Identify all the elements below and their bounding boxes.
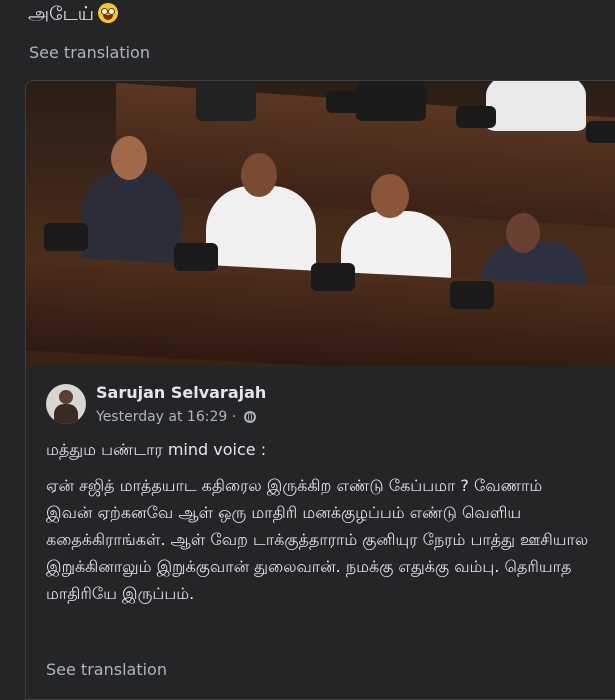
person-head [241, 153, 277, 197]
post-timestamp[interactable]: Yesterday at 16:29 · [96, 409, 236, 425]
shared-post-card[interactable]: Sarujan Selvarajah Yesterday at 16:29 · … [25, 80, 615, 700]
person-head [371, 174, 409, 218]
person-head [111, 136, 147, 180]
desk-microphone [586, 121, 615, 143]
person-head [506, 213, 540, 253]
desk-microphone [174, 243, 218, 271]
desk-microphone [44, 223, 88, 251]
desk-microphone [450, 281, 494, 309]
see-translation-link[interactable]: See translation [46, 660, 167, 679]
grinning-squinting-face-icon [98, 3, 119, 23]
parliament-photo[interactable] [26, 81, 615, 366]
desk-microphone [456, 106, 496, 128]
post-body-text: ஏன் சஜித் மாத்தயாட கதிரைல இருக்கிற எண்டு… [46, 476, 589, 603]
person-back-1 [196, 81, 256, 121]
see-translation-link[interactable]: See translation [29, 43, 150, 62]
post-text: அடேய் [28, 3, 119, 28]
person-back-2 [356, 81, 426, 121]
globe-icon [243, 411, 256, 423]
person-back-3 [486, 81, 586, 131]
post-meta: Yesterday at 16:29 · [96, 409, 256, 425]
shared-post-content: Sarujan Selvarajah Yesterday at 16:29 · … [26, 366, 615, 699]
avatar[interactable] [46, 384, 86, 424]
post-body-heading: மத்தும பண்டார mind voice : [46, 440, 267, 459]
desk-microphone [326, 91, 366, 113]
desk-microphone [311, 263, 355, 291]
post-header: அடேய் See translation [0, 0, 615, 80]
post-text-content: அடேய் [28, 3, 95, 25]
author-name[interactable]: Sarujan Selvarajah [96, 383, 266, 402]
